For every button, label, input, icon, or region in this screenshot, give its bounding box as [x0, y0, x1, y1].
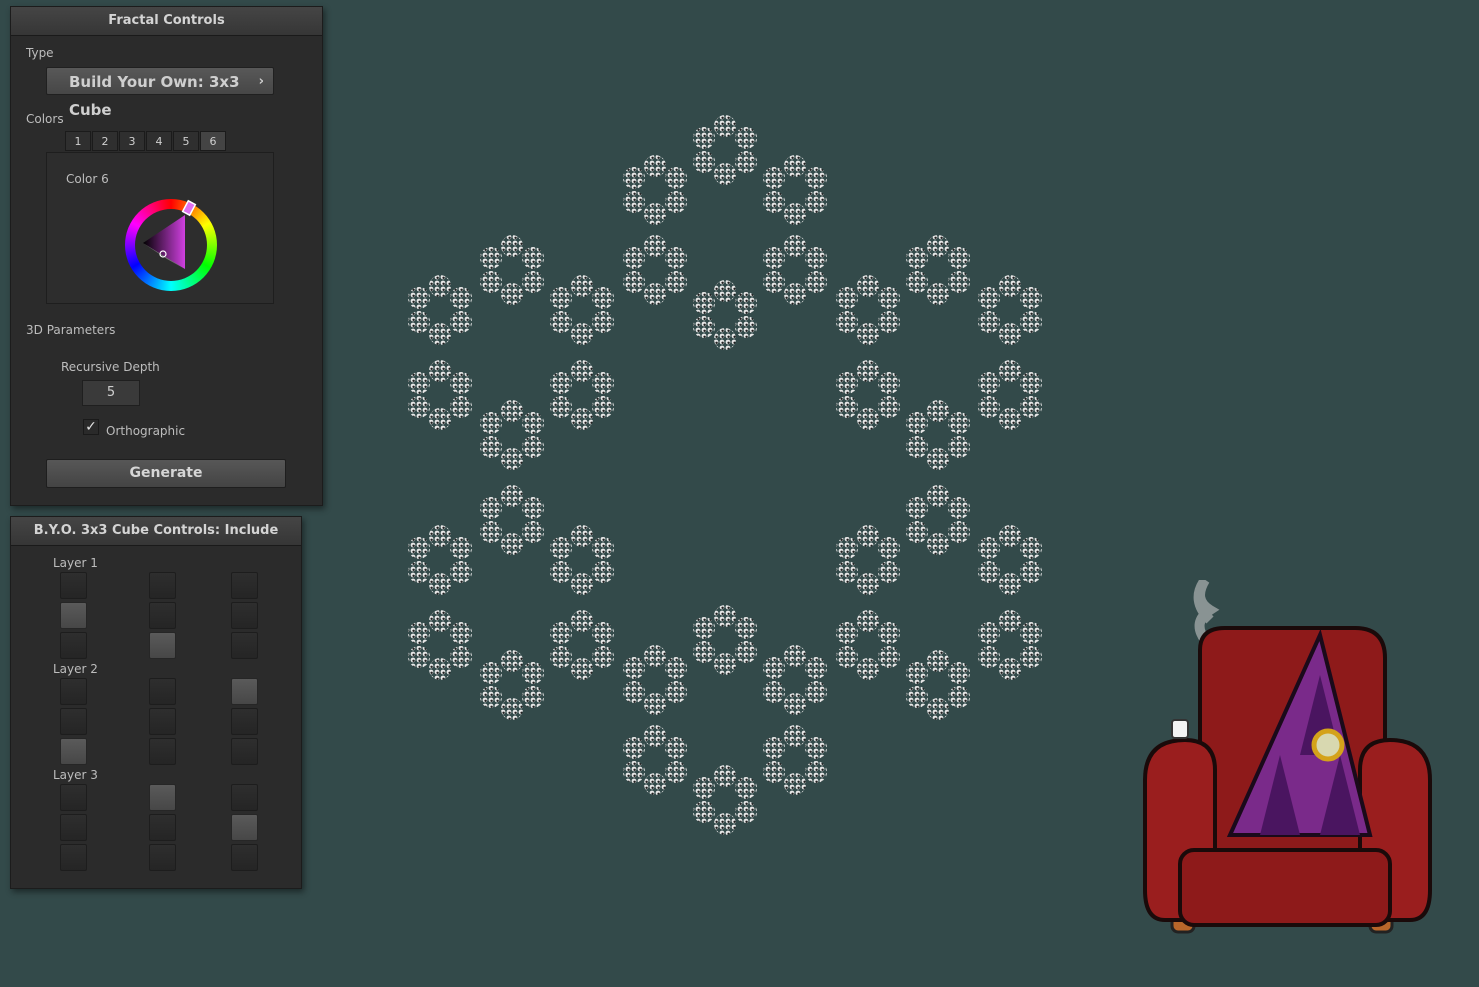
mascot-illustration [1143, 580, 1432, 934]
colors-label: Colors [26, 112, 64, 126]
fractal-cluster [550, 275, 614, 345]
include-cell-l2-r2-c1[interactable] [60, 708, 87, 735]
type-label: Type [26, 46, 54, 60]
fractal-cluster [480, 400, 544, 470]
include-cell-l2-r2-c2[interactable] [149, 708, 176, 735]
tab-color-1[interactable]: 1 [65, 131, 91, 151]
include-cell-l1-r1-c1[interactable] [60, 572, 87, 599]
generate-button[interactable]: Generate [46, 459, 286, 488]
chevron-right-icon: › [258, 74, 264, 89]
fractal-cluster [623, 645, 687, 715]
fractal-cluster [906, 400, 970, 470]
fractal-cluster [906, 235, 970, 305]
include-cell-l2-r2-c3[interactable] [231, 708, 258, 735]
fractal-cluster [408, 610, 472, 680]
include-cell-l2-r3-c2[interactable] [149, 738, 176, 765]
fractal-cluster [623, 725, 687, 795]
fractal-cluster [408, 360, 472, 430]
fractal-cluster [693, 605, 757, 675]
fractal-cluster [978, 610, 1042, 680]
include-cell-l3-r1-c3[interactable] [231, 784, 258, 811]
include-cell-l1-r2-c1[interactable] [60, 602, 87, 629]
fractal-cluster [408, 525, 472, 595]
include-cell-l3-r1-c1[interactable] [60, 784, 87, 811]
hue-handle [181, 199, 197, 217]
fractal-cluster [693, 115, 757, 185]
include-cell-l1-r2-c2[interactable] [149, 602, 176, 629]
include-cell-l3-r3-c1[interactable] [60, 844, 87, 871]
fractal-cluster [623, 155, 687, 225]
include-cell-l3-r2-c3[interactable] [231, 814, 258, 841]
fractal-cluster [480, 485, 544, 555]
fractal-cluster [480, 650, 544, 720]
layer-2-label: Layer 2 [53, 662, 98, 676]
include-cell-l1-r1-c3[interactable] [231, 572, 258, 599]
fractal-cluster [836, 610, 900, 680]
panel-title: B.Y.O. 3x3 Cube Controls: Include [11, 517, 301, 546]
layer-1-label: Layer 1 [53, 556, 98, 570]
tab-color-4[interactable]: 4 [146, 131, 172, 151]
orthographic-checkbox[interactable]: ✓ [83, 419, 99, 435]
include-cell-l1-r1-c2[interactable] [149, 572, 176, 599]
tab-color-6[interactable]: 6 [200, 131, 226, 151]
fractal-cluster [978, 360, 1042, 430]
include-cell-l2-r1-c2[interactable] [149, 678, 176, 705]
tab-color-3[interactable]: 3 [119, 131, 145, 151]
fractal-cluster [693, 280, 757, 350]
fractal-cluster [836, 275, 900, 345]
fractal-cluster [763, 645, 827, 715]
panel-title: Fractal Controls [11, 7, 322, 36]
color-triangle[interactable] [125, 199, 217, 291]
params-label: 3D Parameters [26, 323, 116, 337]
fractal-cluster [906, 485, 970, 555]
fractal-cluster [763, 725, 827, 795]
fractal-cluster [978, 275, 1042, 345]
include-cell-l1-r2-c3[interactable] [231, 602, 258, 629]
fractal-cluster [763, 235, 827, 305]
fractal-controls-panel: Fractal Controls Type Build Your Own: 3x… [10, 6, 323, 506]
include-cell-l1-r3-c3[interactable] [231, 632, 258, 659]
include-cell-l2-r1-c3[interactable] [231, 678, 258, 705]
fractal-canvas [408, 115, 1042, 835]
orthographic-label: Orthographic [106, 424, 186, 438]
hue-wheel[interactable] [125, 199, 217, 291]
depth-input[interactable]: 5 [82, 380, 140, 406]
fractal-cluster [550, 360, 614, 430]
fractal-cluster [408, 275, 472, 345]
color-picker-box: Color 6 [46, 152, 274, 304]
color-tabs: 1 2 3 4 5 6 [65, 131, 227, 151]
color-title: Color 6 [66, 172, 109, 186]
include-cell-l2-r3-c3[interactable] [231, 738, 258, 765]
include-cell-l3-r3-c2[interactable] [149, 844, 176, 871]
include-cell-l2-r1-c1[interactable] [60, 678, 87, 705]
include-cell-l3-r2-c2[interactable] [149, 814, 176, 841]
fractal-cluster [906, 650, 970, 720]
type-value: Build Your Own: 3x3 Cube [69, 73, 240, 119]
type-dropdown[interactable]: Build Your Own: 3x3 Cube › [46, 67, 274, 119]
fractal-cluster [693, 765, 757, 835]
include-cell-l3-r2-c1[interactable] [60, 814, 87, 841]
koch-fractal [408, 115, 1042, 835]
include-cell-l1-r3-c2[interactable] [149, 632, 176, 659]
fractal-cluster [836, 360, 900, 430]
tab-color-5[interactable]: 5 [173, 131, 199, 151]
fractal-cluster [763, 155, 827, 225]
fractal-cluster [978, 525, 1042, 595]
include-cell-l2-r3-c1[interactable] [60, 738, 87, 765]
cube-controls-panel: B.Y.O. 3x3 Cube Controls: Include Layer … [10, 516, 302, 889]
fractal-cluster [480, 235, 544, 305]
depth-label: Recursive Depth [61, 360, 160, 374]
include-cell-l3-r1-c2[interactable] [149, 784, 176, 811]
fractal-cluster [550, 525, 614, 595]
fractal-cluster [550, 610, 614, 680]
fractal-cluster [836, 525, 900, 595]
fractal-cluster [623, 235, 687, 305]
include-cell-l3-r3-c3[interactable] [231, 844, 258, 871]
layer-3-label: Layer 3 [53, 768, 98, 782]
include-cell-l1-r3-c1[interactable] [60, 632, 87, 659]
tab-color-2[interactable]: 2 [92, 131, 118, 151]
